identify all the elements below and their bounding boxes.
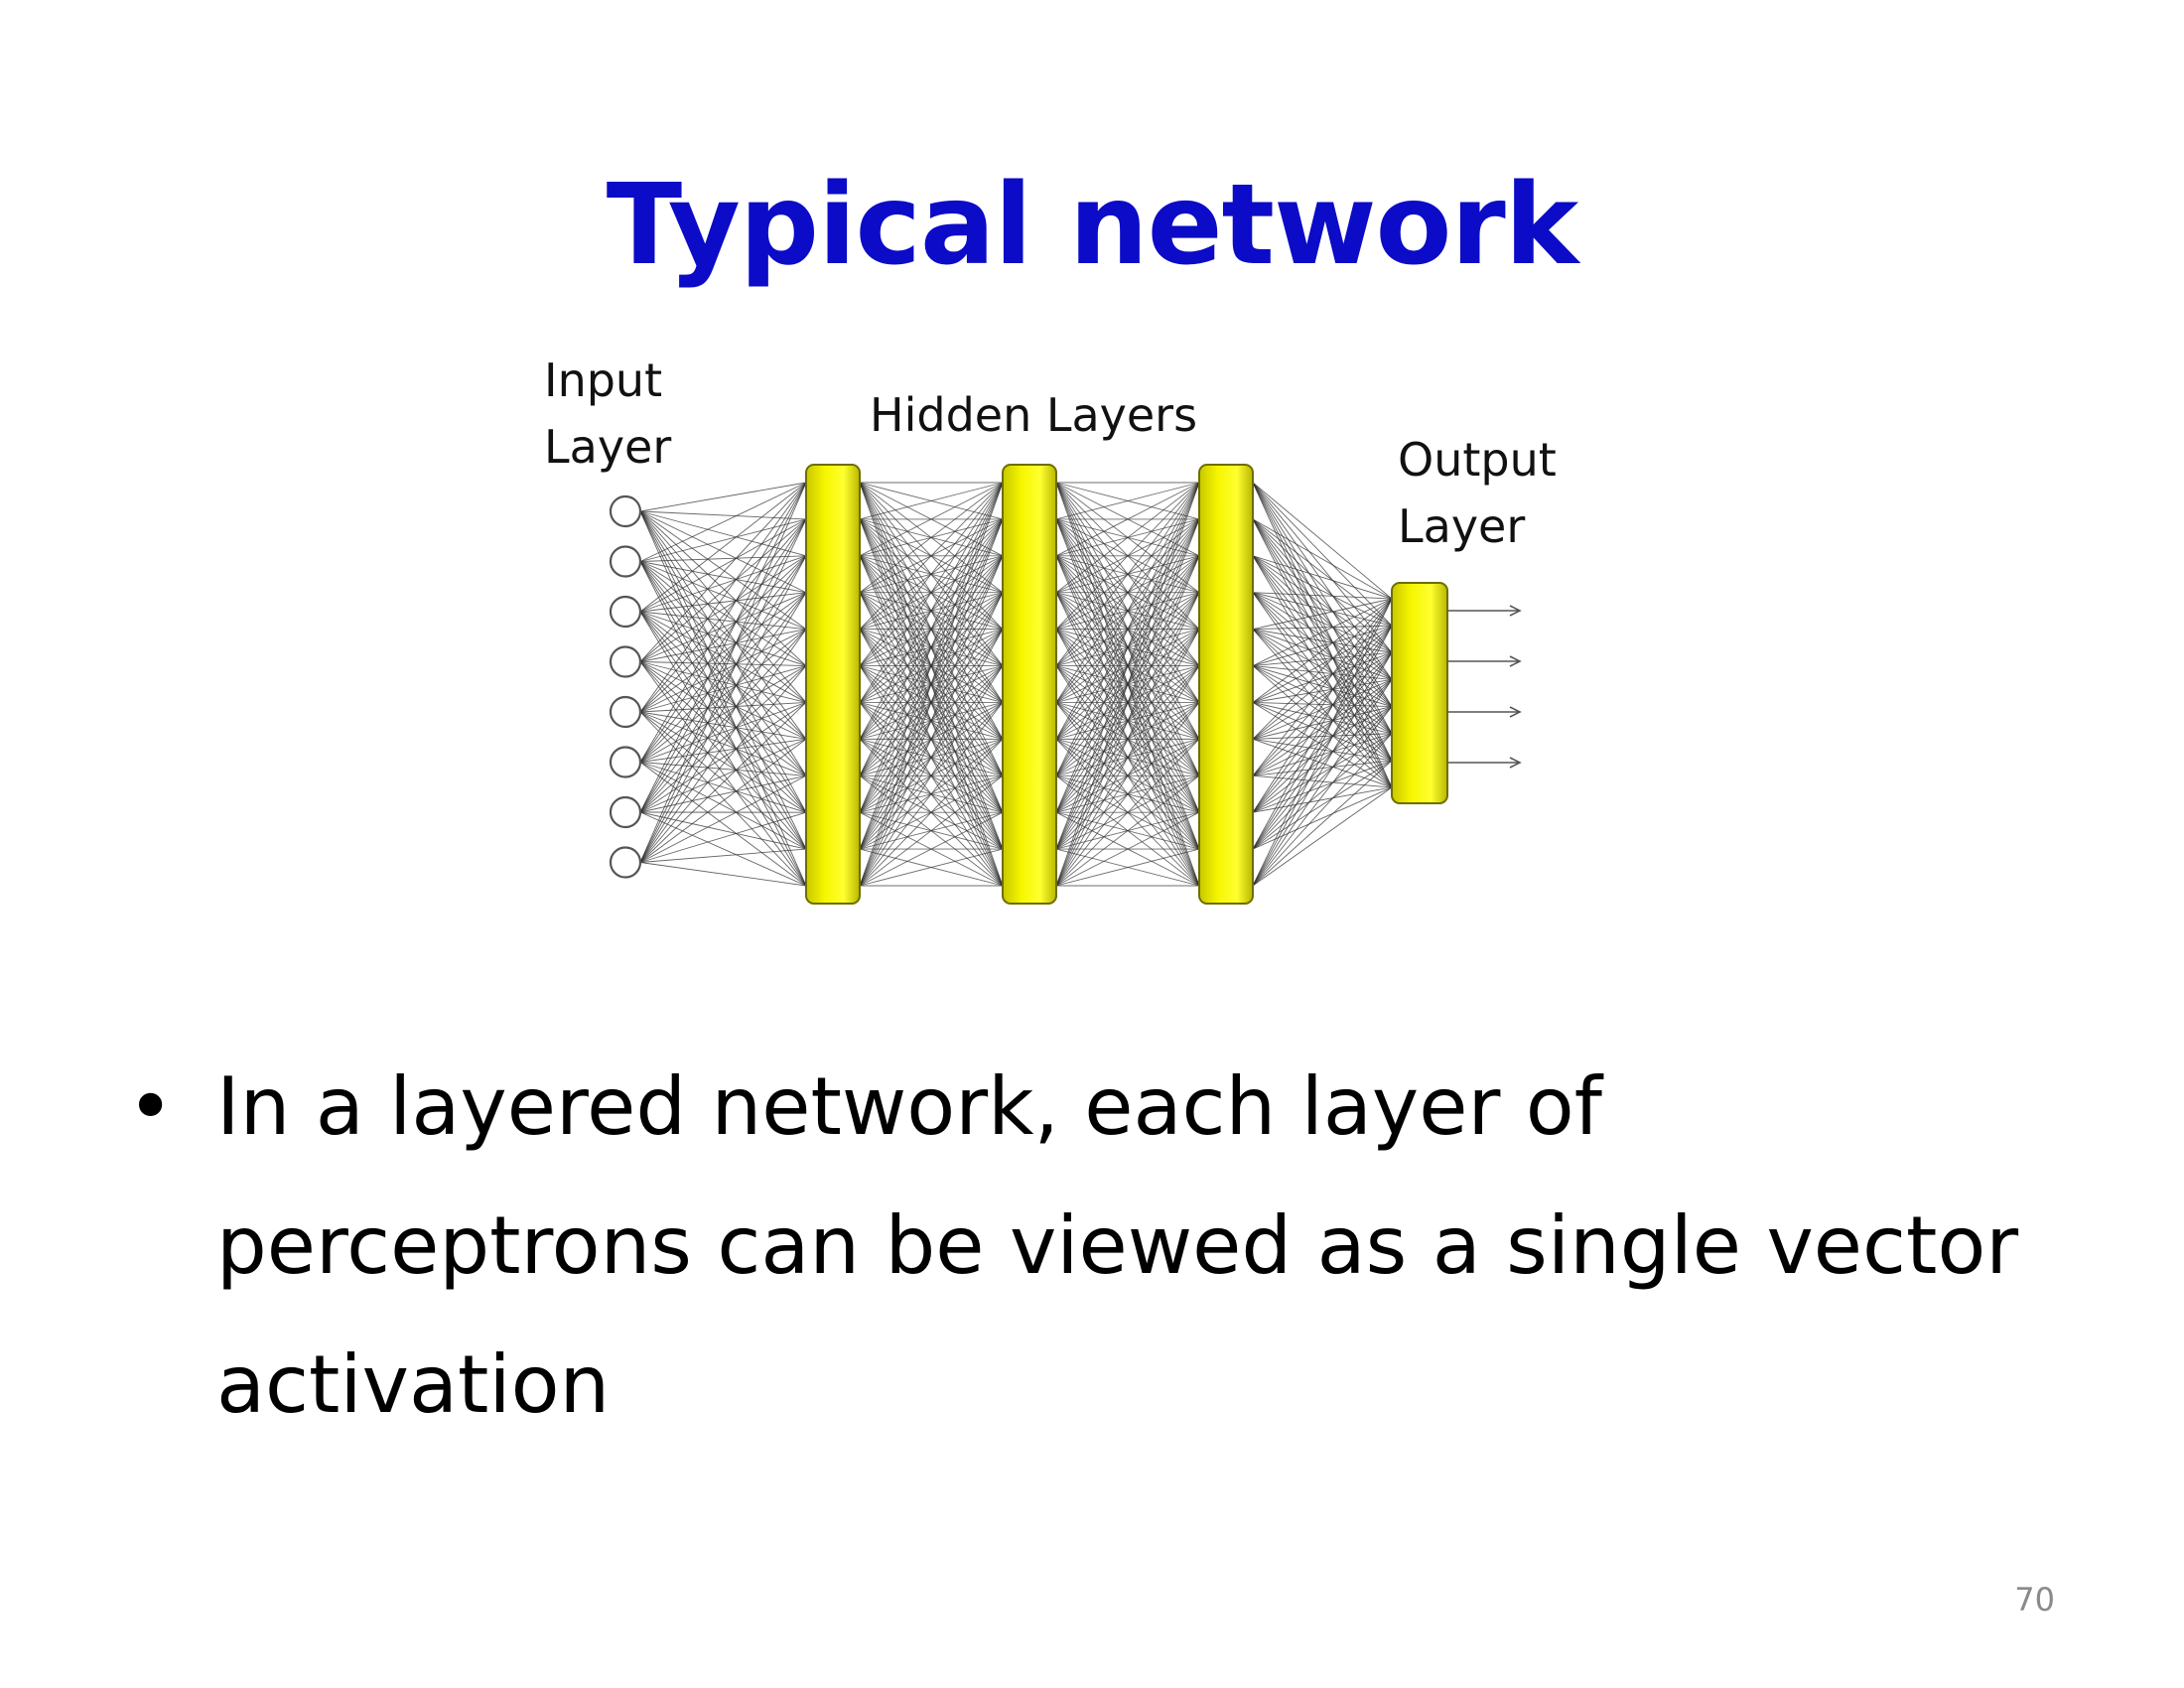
edge-line (639, 702, 807, 713)
bullet-marker: • (127, 1060, 175, 1153)
edge-line (639, 518, 807, 813)
edge-line (1252, 518, 1393, 707)
edge-line (1252, 592, 1393, 653)
edge-line (639, 482, 807, 512)
slide: Typical network Input Layer Hidden Layer… (0, 0, 2184, 1688)
edge-line (639, 862, 807, 887)
network-diagram: Input Layer Hidden Layers Output Layer (516, 348, 1608, 933)
bullet-text: In a layered network, each layer of perc… (216, 1060, 2019, 1431)
edge-line (639, 848, 807, 863)
output-layer-label-line2: Layer (1398, 499, 1526, 553)
hidden-layer-bar-3 (1198, 464, 1254, 905)
input-node (609, 645, 642, 678)
edge-line (1252, 555, 1393, 600)
input-node (609, 846, 642, 879)
input-nodes (609, 494, 642, 879)
input-node (609, 746, 642, 778)
hidden-layer-bar-2 (1002, 464, 1057, 905)
edge-line (639, 510, 807, 594)
hidden-layer-bar-1 (805, 464, 861, 905)
slide-title: Typical network (606, 161, 1578, 290)
page-number: 70 (2014, 1581, 2055, 1618)
edge-line (639, 611, 807, 666)
edge-line (639, 510, 807, 887)
edge-line (639, 661, 807, 703)
input-node (609, 545, 642, 578)
edge-line (639, 555, 807, 763)
output-arrows (1447, 605, 1522, 769)
edge-line (639, 611, 807, 631)
edge-line (639, 482, 807, 562)
input-layer-label-line1: Input (544, 353, 663, 407)
input-node (609, 494, 642, 528)
edge-line (639, 482, 807, 613)
input-layer-label-line2: Layer (544, 420, 672, 474)
edge-line (639, 518, 807, 713)
input-node (609, 695, 642, 729)
output-layer-bar (1391, 582, 1448, 804)
hidden-layers-label: Hidden Layers (870, 388, 1198, 442)
input-node (609, 795, 642, 829)
output-layer-label-line1: Output (1398, 433, 1557, 487)
edge-line (639, 561, 807, 703)
edge-line (1252, 786, 1393, 887)
input-node (609, 595, 642, 629)
edge-line (1252, 679, 1393, 887)
